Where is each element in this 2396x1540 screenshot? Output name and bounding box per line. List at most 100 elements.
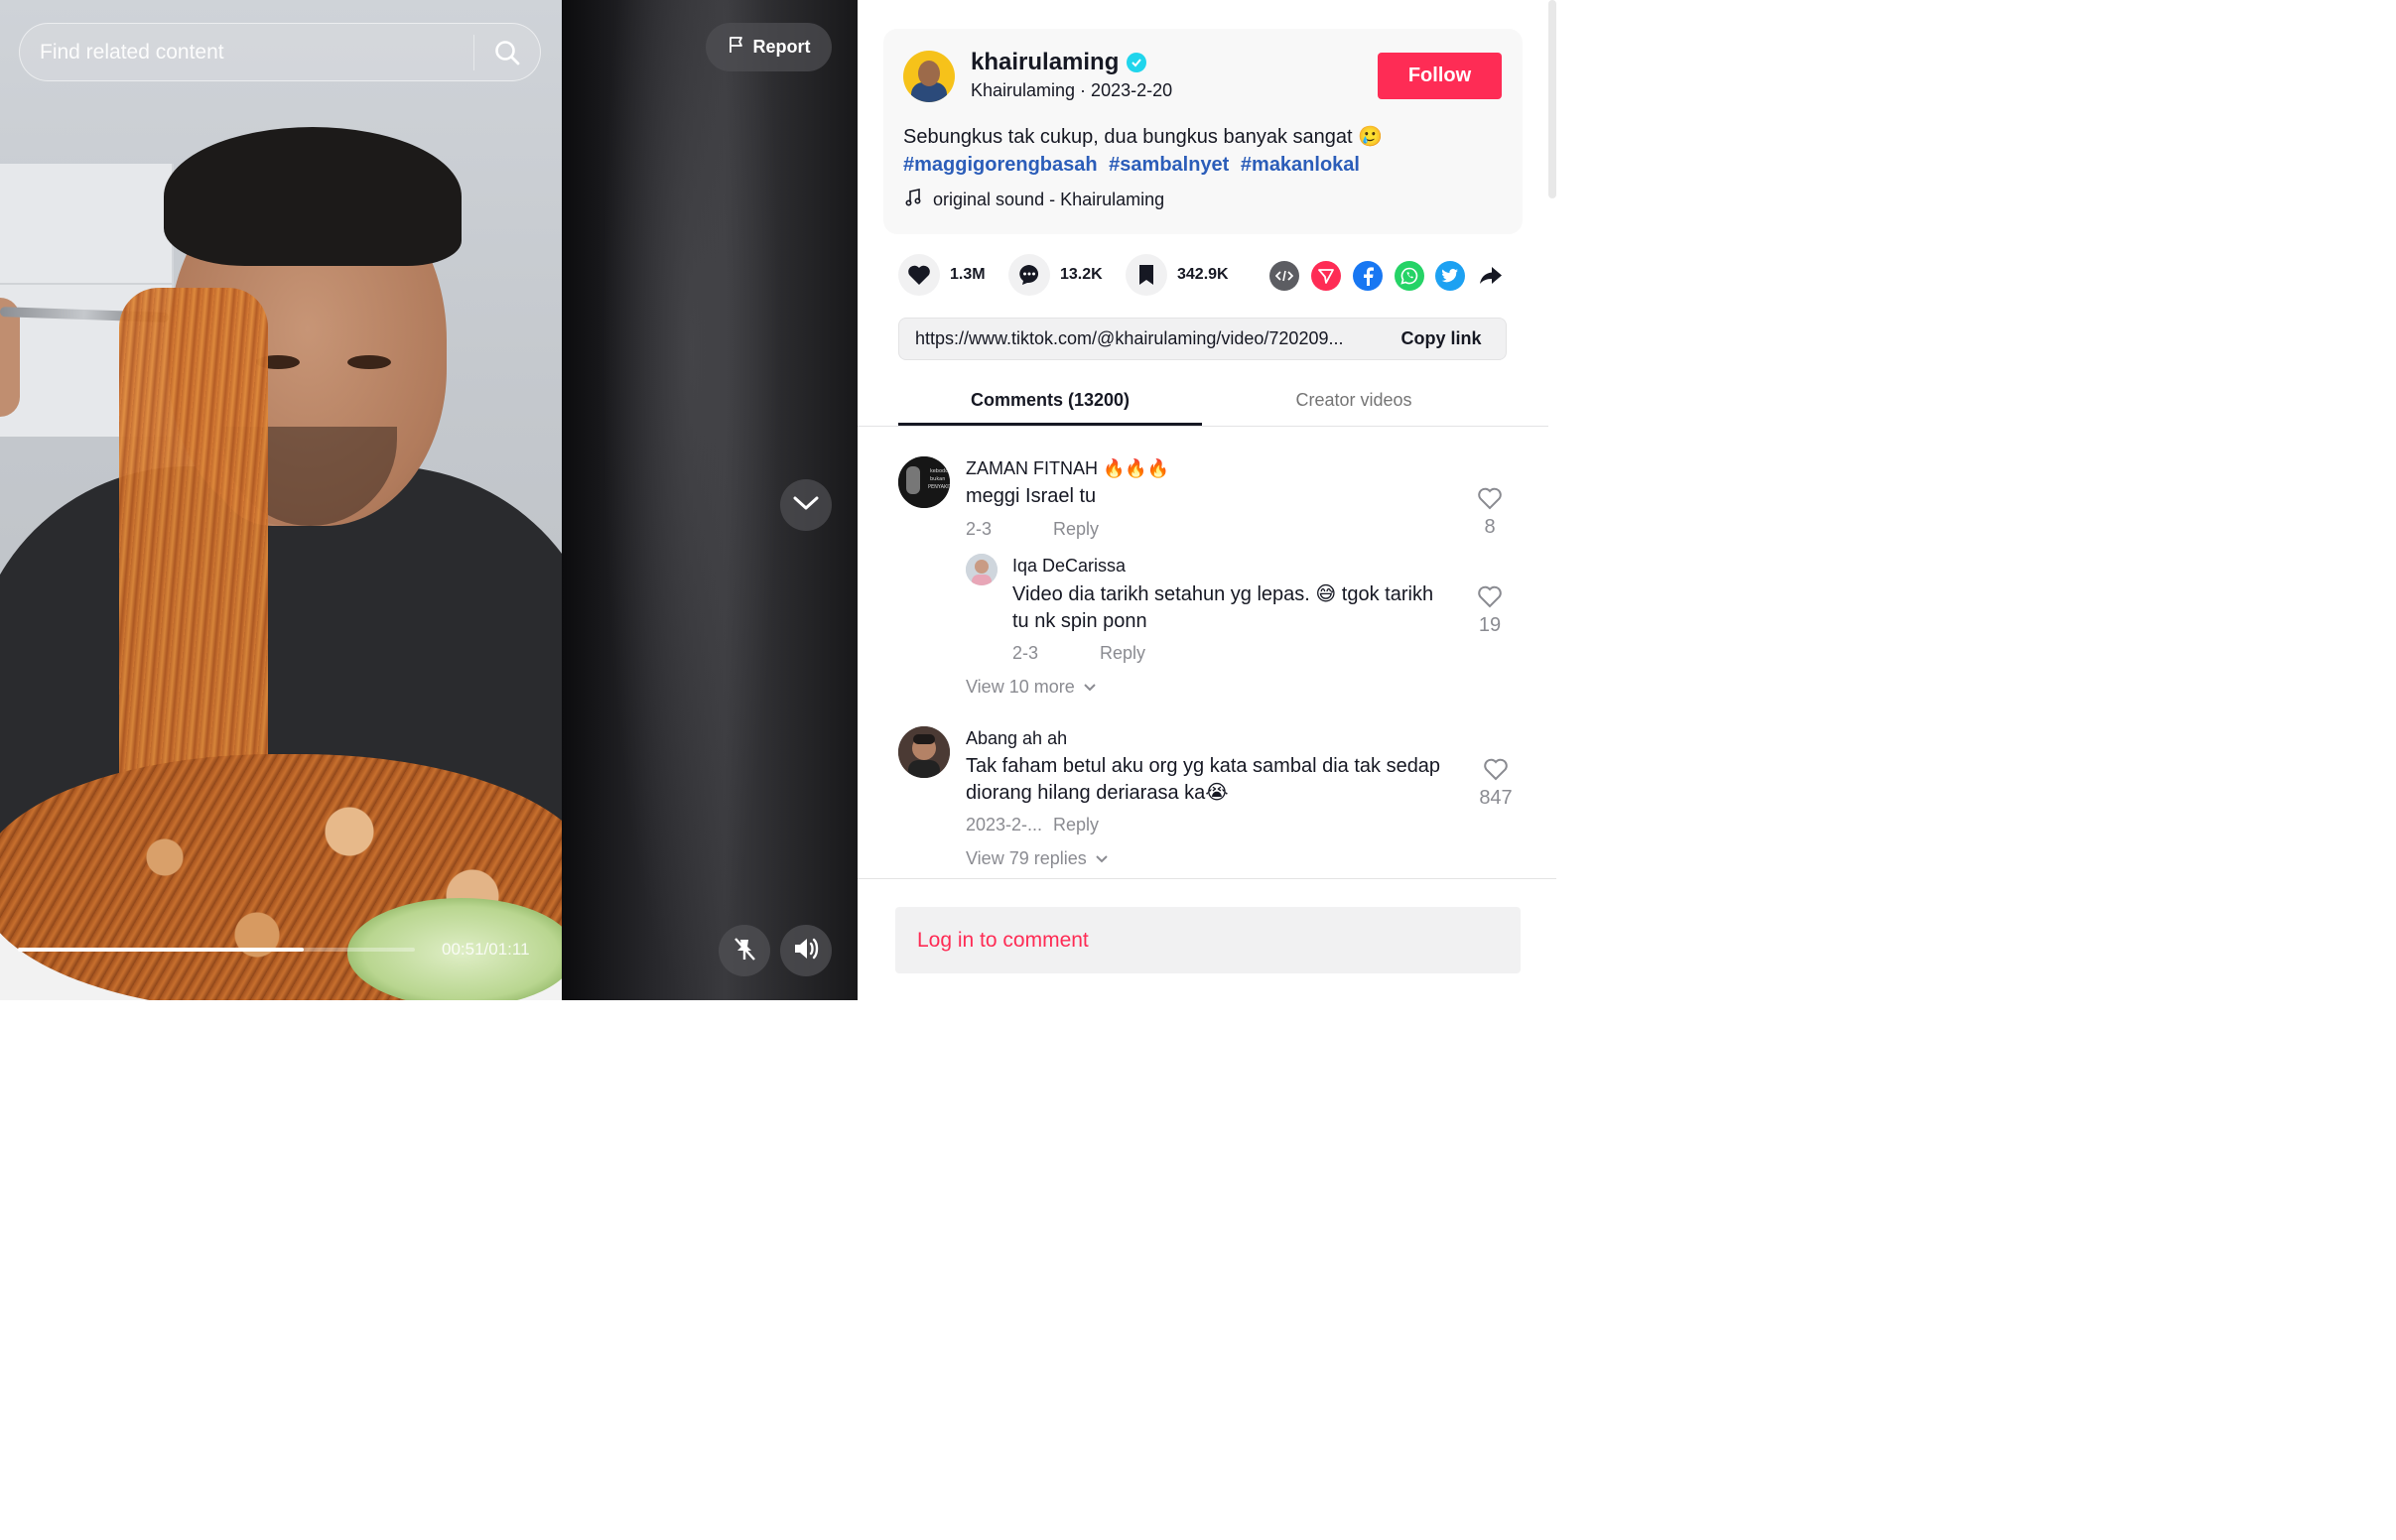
reply-item: Iqa DeCarissa Video dia tarikh setahun y… [966,554,1522,663]
comment-date: 2023-2-... [966,815,1043,834]
svg-text:kebodo: kebodo [930,468,948,474]
svg-text:PENYAKIT: PENYAKIT [928,484,950,490]
tab-creator-videos[interactable]: Creator videos [1202,377,1506,423]
description-text: Sebungkus tak cukup, dua bungkus banyak … [903,126,1384,148]
send-to-friends-icon[interactable] [1311,261,1341,291]
video-progress-bar[interactable] [18,948,415,952]
heart-outline-icon[interactable] [1477,585,1503,613]
avatar-face [918,61,940,86]
login-to-comment-link[interactable]: Log in to comment [917,929,1089,953]
tabs-divider [858,426,1548,427]
comment-like-count: 847 [1479,787,1513,809]
save-count: 342.9K [1177,266,1229,283]
video-time: 00:51/01:11 [442,940,530,959]
video-link-box: https://www.tiktok.com/@khairulaming/vid… [898,318,1507,360]
video-player[interactable]: 00:51/01:11 Find related content Report [0,0,858,1000]
author-username[interactable]: khairulaming [971,49,1147,76]
facebook-icon[interactable] [1353,261,1383,291]
panel-scrollbar[interactable] [1548,0,1556,198]
next-video-button[interactable] [780,479,832,531]
chevron-down-icon [1083,677,1097,698]
reply-button[interactable]: Reply [1053,519,1099,540]
search-icon[interactable] [474,23,540,81]
person-eye-right [347,355,391,369]
volume-icon [792,935,820,967]
comment-action[interactable]: 13.2K [1008,254,1103,296]
tab-comments[interactable]: Comments (13200) [898,377,1202,426]
comment-count: 13.2K [1060,266,1103,283]
heart-icon[interactable] [898,254,940,296]
embed-icon[interactable] [1269,261,1299,291]
reply-author[interactable]: Iqa DeCarissa [1012,556,1126,577]
details-panel: khairulaming Khairulaming · 2023-2-20 Fo… [858,0,1556,1000]
author-card: khairulaming Khairulaming · 2023-2-20 Fo… [883,29,1523,234]
video-link-url[interactable]: https://www.tiktok.com/@khairulaming/vid… [899,328,1377,349]
chevron-down-icon [1095,848,1109,869]
reply-text: Video dia tarikh setahun yg lepas. 😅 tgo… [1012,583,1434,632]
search-bar[interactable]: Find related content [19,23,541,81]
heart-outline-icon[interactable] [1477,487,1503,515]
comment-item: Abang ah ah Tak faham betul aku org yg k… [898,726,1514,835]
music-note-icon [905,189,921,211]
bookmark-icon[interactable] [1126,254,1167,296]
view-more-replies[interactable]: View 79 replies [966,848,1109,869]
comment-footer-divider [858,878,1556,879]
reply-date: 2-3 [1012,643,1039,663]
hashtag-link[interactable]: #sambalnyet [1109,154,1229,176]
comment-like[interactable]: 8 [1470,486,1510,539]
like-action[interactable]: 1.3M [898,254,986,296]
reply-avatar[interactable] [966,554,998,585]
hashtags: #maggigorengbasah #sambalnyet #makanloka… [903,151,1499,179]
action-bar: 1.3M 13.2K 342.9K [898,254,1514,298]
heart-outline-icon[interactable] [1483,758,1509,786]
hashtag-link[interactable]: #maggigorengbasah [903,154,1098,176]
copy-link-button[interactable]: Copy link [1377,328,1506,349]
report-button[interactable]: Report [706,23,832,71]
app-root: 00:51/01:11 Find related content Report [0,0,1556,1000]
search-input[interactable]: Find related content [20,41,473,64]
reply-button[interactable]: Reply [1100,643,1145,664]
flag-icon [728,36,745,59]
svg-text:bukan: bukan [930,476,945,482]
share-arrow-icon[interactable] [1476,261,1506,291]
comment-author[interactable]: ZAMAN FITNAH 🔥🔥🔥 [966,458,1169,479]
view-more-label[interactable]: View 10 more [966,677,1075,698]
verified-badge-icon [1127,53,1147,72]
comment-date: 2-3 [966,519,993,539]
save-action[interactable]: 342.9K [1126,254,1229,296]
view-more-label[interactable]: View 79 replies [966,848,1087,869]
music-link[interactable]: original sound - Khairulaming [905,189,1164,211]
login-to-comment-box[interactable]: Log in to comment [895,907,1521,973]
video-progress-fill [18,948,304,952]
whatsapp-icon[interactable] [1395,261,1424,291]
chevron-down-icon [793,495,819,516]
tab-bar: Comments (13200) Creator videos [898,377,1507,426]
reply-button[interactable]: Reply [1053,815,1099,835]
author-username-text[interactable]: khairulaming [971,49,1119,76]
comment-like-count: 8 [1484,516,1496,538]
comment-avatar[interactable] [898,726,950,778]
video-frame[interactable]: 00:51/01:11 [0,0,562,1000]
person-hair [164,127,462,266]
report-label: Report [752,37,811,57]
pin-off-icon [731,935,758,967]
video-description: Sebungkus tak cukup, dua bungkus banyak … [903,123,1499,179]
author-nickname-date: Khairulaming · 2023-2-20 [971,80,1173,100]
reply-like-count: 19 [1478,614,1502,636]
comment-avatar[interactable]: kebodo bukan PENYAKIT [898,456,950,508]
floating-player-button[interactable] [719,925,770,976]
twitter-icon[interactable] [1435,261,1465,291]
comment-text: Tak faham betul aku org yg kata sambal d… [966,755,1441,804]
reply-like[interactable]: 19 [1470,584,1510,637]
volume-button[interactable] [780,925,832,976]
comment-author[interactable]: Abang ah ah [966,728,1067,749]
music-title[interactable]: original sound - Khairulaming [933,190,1164,210]
follow-button[interactable]: Follow [1378,53,1502,99]
like-count: 1.3M [950,266,986,283]
comment-icon[interactable] [1008,254,1050,296]
comment-item: kebodo bukan PENYAKIT ZAMAN FITNAH 🔥🔥🔥 meg… [898,456,1514,546]
comment-like[interactable]: 847 [1470,757,1522,810]
view-more-replies[interactable]: View 10 more [966,677,1097,698]
hashtag-link[interactable]: #makanlokal [1241,154,1360,176]
author-avatar[interactable] [903,51,955,102]
